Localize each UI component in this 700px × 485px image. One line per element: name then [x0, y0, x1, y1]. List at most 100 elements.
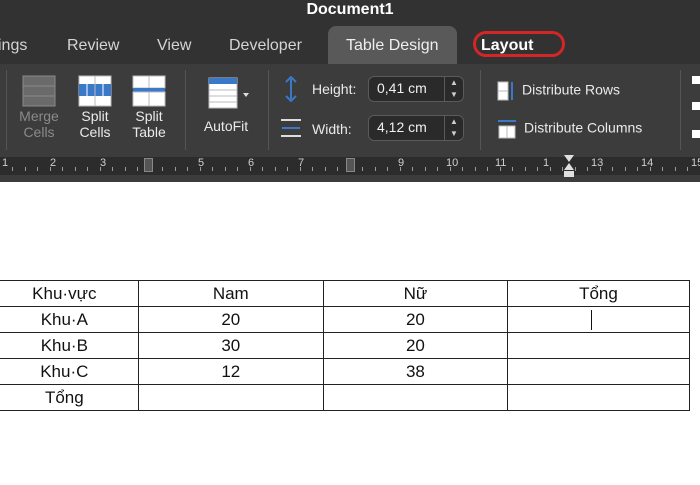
- table-row: Khu·A 20 20: [0, 306, 691, 333]
- ruler-tick: [637, 167, 638, 171]
- ruler-tick: [512, 167, 513, 171]
- ruler-tick: [187, 167, 188, 171]
- table-cell-active[interactable]: [506, 306, 691, 333]
- title-bar: Document1: [0, 0, 700, 26]
- ruler-tick: [400, 167, 401, 171]
- table-cell[interactable]: 20: [322, 306, 508, 333]
- table-row: Khu·B 30 20: [0, 332, 691, 359]
- split-table-label-2: Table: [132, 124, 166, 140]
- ruler-tick: [687, 167, 688, 171]
- tab-review[interactable]: Review: [67, 26, 119, 64]
- table-cell[interactable]: [322, 384, 508, 411]
- ruler-tick: [337, 167, 338, 171]
- tab-view[interactable]: View: [157, 26, 191, 64]
- stepper-arrows-icon[interactable]: ▲ ▼: [444, 116, 463, 140]
- table-cell[interactable]: 38: [322, 358, 508, 385]
- split-cells-label-2: Cells: [79, 124, 111, 140]
- table-cell[interactable]: Khu·B: [0, 332, 139, 359]
- table-cell[interactable]: Khu·C: [0, 358, 139, 385]
- merge-cells-label-1: Merge: [19, 108, 59, 124]
- ruler-tick: [137, 167, 138, 171]
- horizontal-ruler[interactable]: 123567910111131415: [0, 154, 700, 182]
- document-table[interactable]: Khu·vực Nam Nữ Tổng Khu·A 20 20 Khu·B 30…: [0, 280, 691, 411]
- ruler-tick: [262, 167, 263, 171]
- tab-layout[interactable]: Layout: [473, 26, 565, 64]
- header-cell[interactable]: Nữ: [322, 280, 508, 307]
- distribute-columns-button[interactable]: Distribute Columns: [496, 118, 642, 140]
- table-cell[interactable]: 20: [322, 332, 508, 359]
- header-cell[interactable]: Khu·vực: [0, 280, 139, 307]
- ruler-tick: [525, 167, 526, 171]
- ruler-number: 1: [543, 157, 550, 169]
- ribbon-layout: Merge Cells Split Cells Split Table Auto…: [0, 64, 700, 154]
- column-width-icon: [281, 119, 301, 137]
- column-marker[interactable]: [144, 158, 153, 172]
- ruler-number: 9: [398, 157, 405, 169]
- header-cell[interactable]: Nam: [137, 280, 324, 307]
- table-cell[interactable]: 30: [137, 332, 324, 359]
- indent-marker-icon[interactable]: [563, 154, 575, 178]
- table-cell[interactable]: Tổng: [0, 384, 139, 411]
- header-cell[interactable]: Tổng: [506, 280, 691, 307]
- ruler-tick: [100, 167, 101, 171]
- ruler-tick: [175, 167, 176, 171]
- ruler-number: 6: [248, 157, 255, 169]
- table-cell[interactable]: [506, 384, 691, 411]
- ruler-tick: [87, 167, 88, 171]
- table-row: Khu·C 12 38: [0, 358, 691, 385]
- distribute-rows-button[interactable]: Distribute Rows: [496, 80, 620, 102]
- tab-references[interactable]: ings: [0, 26, 27, 64]
- ruler-tick: [375, 167, 376, 171]
- ruler-tick: [300, 167, 301, 171]
- table-cell[interactable]: Khu·A: [0, 306, 139, 333]
- table-cell[interactable]: [506, 358, 691, 385]
- stepper-arrows-icon[interactable]: ▲ ▼: [444, 77, 463, 101]
- ruler-tick: [500, 167, 501, 171]
- merge-cells-button[interactable]: Merge Cells: [16, 74, 62, 140]
- ruler-tick: [275, 167, 276, 171]
- ruler-tick: [462, 167, 463, 171]
- table-header-row: Khu·vực Nam Nữ Tổng: [0, 280, 691, 307]
- autofit-icon: [208, 77, 249, 109]
- chevron-down-icon: [243, 93, 249, 97]
- column-marker[interactable]: [346, 158, 355, 172]
- split-table-button[interactable]: Split Table: [126, 74, 172, 140]
- ruler-tick: [225, 167, 226, 171]
- table-row: Tổng: [0, 384, 691, 411]
- ruler-tick: [650, 167, 651, 171]
- table-cell[interactable]: 20: [137, 306, 324, 333]
- ruler-number: 5: [198, 157, 205, 169]
- table-cell[interactable]: 12: [137, 358, 324, 385]
- text-cursor: [590, 309, 592, 330]
- distribute-rows-label: Distribute Rows: [522, 81, 621, 98]
- ribbon-tab-bar: ings Review View Developer Table Design …: [0, 26, 700, 64]
- autofit-button[interactable]: AutoFit: [198, 74, 254, 134]
- merge-cells-label-2: Cells: [23, 124, 55, 140]
- ruler-tick: [412, 167, 413, 171]
- row-height-stepper[interactable]: 0,41 cm ▲ ▼: [368, 76, 464, 102]
- split-table-icon: [132, 75, 166, 107]
- table-cell[interactable]: [506, 332, 691, 359]
- tab-developer[interactable]: Developer: [229, 26, 302, 64]
- table-cell[interactable]: [137, 384, 324, 411]
- ruler-tick: [237, 167, 238, 171]
- ruler-tick: [75, 167, 76, 171]
- ribbon-divider: [680, 70, 681, 150]
- split-cells-button[interactable]: Split Cells: [72, 74, 118, 140]
- ruler-tick: [487, 167, 488, 171]
- ruler-tick: [162, 167, 163, 171]
- ruler-number: 10: [446, 157, 459, 169]
- height-label: Height:: [312, 81, 357, 97]
- column-width-stepper[interactable]: 4,12 cm ▲ ▼: [368, 115, 464, 141]
- ruler-tick: [250, 167, 251, 171]
- align-icons[interactable]: [690, 72, 700, 144]
- ribbon-divider: [480, 70, 481, 150]
- ruler-tick: [425, 167, 426, 171]
- row-height-value: 0,41 cm: [377, 80, 427, 96]
- ruler-tick: [125, 167, 126, 171]
- ruler-number: 14: [641, 157, 654, 169]
- merge-cells-icon: [22, 75, 56, 107]
- ruler-tick: [450, 167, 451, 171]
- ruler-tick: [600, 167, 601, 171]
- tab-table-design[interactable]: Table Design: [328, 26, 457, 64]
